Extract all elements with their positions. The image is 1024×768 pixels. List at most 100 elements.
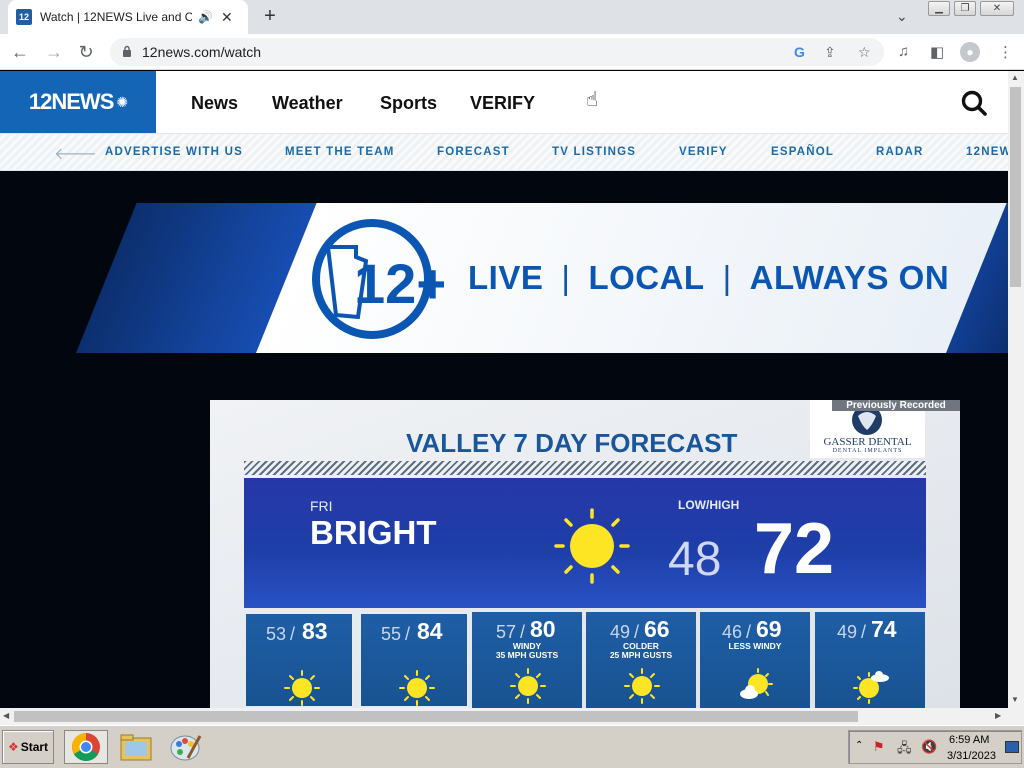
tab-strip: 12 Watch | 12NEWS Live and On-D 🔊 ✕ + ⌄ …: [0, 0, 1024, 34]
tagline-live: LIVE: [468, 259, 544, 296]
clock-date[interactable]: 3/31/2023: [947, 750, 996, 762]
sun-icon: [284, 670, 320, 706]
file-explorer-button[interactable]: [114, 730, 158, 764]
day-low: 49: [610, 622, 631, 642]
media-controls-icon[interactable]: ♫: [898, 43, 909, 60]
start-button[interactable]: ❖ Start: [2, 730, 54, 764]
lock-icon[interactable]: [122, 45, 132, 57]
sun-icon: [554, 508, 630, 584]
windows-logo-icon: ❖: [7, 740, 19, 754]
network-icon[interactable]: 🖧: [897, 739, 912, 761]
day-low: 53: [266, 624, 287, 644]
hand-cursor-icon: ☝: [586, 89, 599, 111]
site-logo[interactable]: 12NEWS ✺: [0, 71, 156, 133]
paint-button[interactable]: [164, 730, 208, 764]
reload-icon[interactable]: ↻: [74, 42, 98, 63]
show-hidden-icons[interactable]: ⌃: [855, 740, 863, 751]
arrow-left-icon[interactable]: 🡐: [54, 143, 97, 164]
sun-icon: [510, 668, 546, 704]
day-high: 69: [756, 616, 782, 642]
day-card: 49 / 66 COLDER 25 MPH GUSTS: [586, 612, 696, 708]
favicon-icon: 12: [16, 9, 32, 25]
scroll-left-icon[interactable]: ◀: [3, 711, 9, 720]
day-high: 83: [302, 618, 328, 644]
tab-search-icon[interactable]: ⌄: [896, 8, 908, 25]
low-high-label: LOW/HIGH: [678, 498, 740, 512]
bookmark-star-icon[interactable]: ☆: [858, 44, 871, 61]
peacock-icon: ✺: [116, 93, 128, 110]
day-card: 57 / 80 WINDY 35 MPH GUSTS: [472, 612, 582, 708]
restore-button[interactable]: ❐: [954, 1, 976, 16]
subnav-12news[interactable]: 12NEW: [966, 146, 1008, 158]
day-low: 57: [496, 622, 517, 642]
sub-navigation: 🡐 ADVERTISE WITH US MEET THE TEAM FORECA…: [0, 133, 1008, 171]
share-icon[interactable]: ⇪: [824, 44, 836, 61]
new-tab-button[interactable]: +: [258, 4, 282, 28]
speaker-icon[interactable]: 🔊: [198, 10, 213, 24]
minimize-button[interactable]: ▁: [928, 1, 950, 16]
day-low: 46: [722, 622, 743, 642]
day-low: 55: [381, 624, 402, 644]
clock-time[interactable]: 6:59 AM: [949, 734, 989, 746]
previously-recorded-badge: Previously Recorded: [832, 400, 960, 411]
profile-avatar-icon[interactable]: ●: [960, 42, 980, 62]
nav-verify[interactable]: VERIFY: [470, 93, 535, 114]
close-tab-icon[interactable]: ✕: [221, 9, 233, 26]
scroll-up-icon[interactable]: ▲: [1011, 73, 1019, 82]
scroll-right-icon[interactable]: ▶: [995, 711, 1001, 720]
menu-dots-icon[interactable]: ⋮: [998, 43, 1013, 61]
partly-cloudy-icon: [740, 668, 773, 699]
horizontal-scroll-thumb[interactable]: [14, 711, 858, 722]
sponsor-name: GASSER DENTAL: [823, 436, 912, 448]
browser-tab[interactable]: 12 Watch | 12NEWS Live and On-D 🔊 ✕: [8, 0, 248, 34]
subnav-forecast[interactable]: FORECAST: [437, 146, 510, 158]
subnav-espanol[interactable]: ESPAÑOL: [771, 146, 834, 158]
nav-news[interactable]: News: [191, 93, 238, 114]
side-panel-icon[interactable]: ◧: [930, 43, 944, 61]
promo-banner: 12+ LIVE | LOCAL | ALWAYS ON: [76, 203, 1008, 353]
chrome-icon: [72, 733, 100, 761]
today-low: 48: [668, 533, 722, 586]
nav-weather[interactable]: Weather: [272, 93, 343, 114]
scroll-down-icon[interactable]: ▼: [1011, 695, 1019, 704]
chrome-taskbar-button[interactable]: [64, 730, 108, 764]
day-high: 74: [871, 616, 897, 642]
tagline-local: LOCAL: [588, 259, 705, 296]
action-center-icon[interactable]: ⚑: [873, 739, 885, 755]
subnav-meet-the-team[interactable]: MEET THE TEAM: [285, 146, 395, 158]
video-player[interactable]: GASSER DENTAL DENTAL IMPLANTS Previously…: [210, 400, 960, 708]
logo-text: 12NEWS: [28, 89, 114, 114]
vertical-scroll-thumb[interactable]: [1010, 87, 1021, 287]
day-card: 53 / 83: [244, 612, 354, 708]
google-lens-icon[interactable]: G: [794, 44, 805, 60]
search-icon[interactable]: [960, 89, 988, 117]
horizontal-scrollbar[interactable]: ◀ ▶: [0, 708, 1024, 725]
banner-logo-text: 12+: [354, 252, 444, 315]
volume-muted-icon[interactable]: 🔇: [921, 739, 937, 755]
forward-icon[interactable]: →: [42, 42, 66, 63]
subnav-verify[interactable]: VERIFY: [679, 146, 728, 158]
system-tray: ⌃ ⚑ 🖧 🔇 6:59 AM 3/31/2023: [848, 730, 1022, 764]
back-icon[interactable]: ←: [8, 42, 32, 63]
browser-toolbar: ← → ↻ 12news.com/watch G ⇪ ☆ ♫ ◧ ● ⋮: [0, 34, 1024, 70]
close-window-button[interactable]: ✕: [980, 1, 1014, 16]
day-card: 46 / 69 LESS WINDY: [700, 612, 810, 708]
page-content: 12+ LIVE | LOCAL | ALWAYS ON GASSER DENTAL D…: [0, 171, 1008, 708]
nav-sports[interactable]: Sports: [380, 93, 437, 114]
subnav-radar[interactable]: RADAR: [876, 146, 924, 158]
forecast-title: VALLEY 7 DAY FORECAST: [406, 428, 738, 458]
partly-cloudy-icon: [853, 671, 889, 704]
hatched-divider: [244, 461, 926, 475]
show-desktop-icon[interactable]: [1005, 741, 1019, 753]
subnav-tv-listings[interactable]: TV LISTINGS: [552, 146, 636, 158]
day-high: 80: [530, 616, 556, 642]
subnav-advertise[interactable]: ADVERTISE WITH US: [105, 146, 243, 158]
url-text[interactable]: 12news.com/watch: [142, 44, 261, 60]
address-bar[interactable]: 12news.com/watch G ⇪ ☆: [110, 38, 884, 66]
tagline-always-on: ALWAYS ON: [749, 259, 950, 296]
taskbar: ❖ Start ⌃ ⚑ 🖧 🔇 6:59 AM 3/31/2023: [0, 725, 1024, 768]
banner-tagline: LIVE | LOCAL | ALWAYS ON: [468, 259, 950, 296]
day-note: LESS WINDY: [728, 641, 782, 651]
day-low: 49: [837, 622, 858, 642]
vertical-scrollbar[interactable]: ▲ ▼: [1008, 71, 1024, 708]
